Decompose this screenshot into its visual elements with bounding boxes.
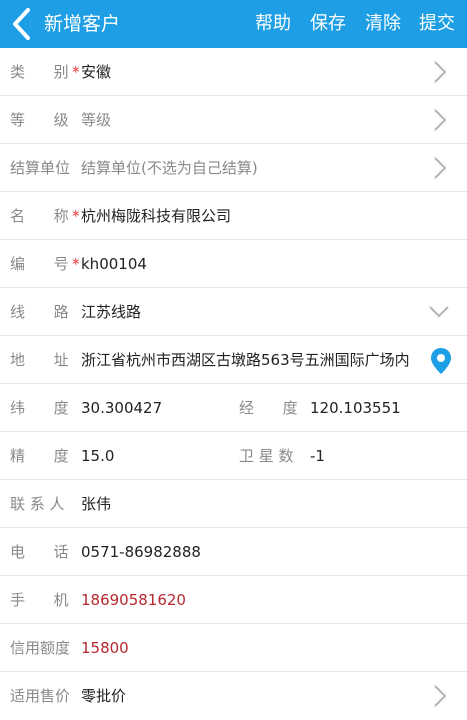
mobile-input[interactable]: 18690581620 [81, 576, 186, 624]
phone-row[interactable]: 电 话 0571-86982888 [0, 528, 467, 576]
chevron-down-icon[interactable] [429, 306, 449, 318]
mobile-label: 手 机 [10, 591, 69, 609]
category-row[interactable]: 类 别 * 安徽 [0, 48, 467, 96]
chevron-right-icon [434, 61, 447, 83]
code-input[interactable]: kh00104 [81, 240, 147, 288]
gps-info-row: 精 度 15.0 卫 星 数 -1 [0, 432, 467, 480]
back-button[interactable] [0, 0, 40, 48]
help-button[interactable]: 帮助 [255, 0, 291, 48]
phone-label: 电 话 [10, 543, 69, 561]
satellites-label: 卫 星 数 [239, 447, 294, 465]
precision-value: 15.0 [81, 447, 115, 465]
level-row[interactable]: 等 级 等级 [0, 96, 467, 144]
code-row[interactable]: 编 号 * kh00104 [0, 240, 467, 288]
clear-button[interactable]: 清除 [365, 0, 401, 48]
name-row[interactable]: 名 称 * 杭州梅陇科技有限公司 [0, 192, 467, 240]
precision-label: 精 度 [10, 447, 69, 465]
save-button[interactable]: 保存 [310, 0, 346, 48]
longitude-label: 经 度 [239, 399, 298, 417]
level-field: 等级 [81, 111, 112, 129]
latitude-label: 纬 度 [10, 399, 69, 417]
settlement-row[interactable]: 结算单位 结算单位(不选为自己结算) [0, 144, 467, 192]
address-row[interactable]: 地 址 浙江省杭州市西湖区古墩路563号五洲国际广场内 [0, 336, 467, 384]
price-row[interactable]: 适用售价 零批价 [0, 672, 467, 720]
chevron-left-icon [13, 8, 30, 40]
code-required-mark: * [72, 255, 80, 273]
route-label: 线 路 [10, 303, 69, 321]
chevron-right-icon [434, 685, 447, 707]
route-select[interactable]: 江苏线路 [81, 288, 141, 336]
category-required-mark: * [72, 63, 80, 81]
name-input[interactable]: 杭州梅陇科技有限公司 [81, 192, 231, 240]
settlement-field: 结算单位(不选为自己结算) [81, 159, 258, 177]
app-header: 新增客户 帮助 保存 清除 提交 [0, 0, 467, 48]
submit-button[interactable]: 提交 [419, 0, 455, 48]
name-required-mark: * [72, 207, 80, 225]
credit-input[interactable]: 15800 [81, 624, 129, 672]
category-label: 类 别 [10, 63, 69, 81]
address-label: 地 址 [10, 351, 69, 369]
longitude-value: 120.103551 [310, 399, 401, 417]
contact-input[interactable]: 张伟 [81, 480, 111, 528]
contact-row[interactable]: 联 系 人 张伟 [0, 480, 467, 528]
level-label: 等 级 [10, 111, 69, 129]
contact-label: 联 系 人 [10, 495, 65, 513]
credit-row[interactable]: 信用额度 15800 [0, 624, 467, 672]
mobile-row[interactable]: 手 机 18690581620 [0, 576, 467, 624]
price-label: 适用售价 [10, 687, 71, 705]
settlement-label: 结算单位 [10, 159, 71, 177]
address-input[interactable]: 浙江省杭州市西湖区古墩路563号五洲国际广场内 [81, 336, 416, 384]
name-label: 名 称 [10, 207, 69, 225]
chevron-right-icon [434, 157, 447, 179]
phone-input[interactable]: 0571-86982888 [81, 528, 201, 576]
latitude-value: 30.300427 [81, 399, 163, 417]
price-value: 零批价 [81, 687, 127, 705]
category-value: 安徽 [81, 63, 112, 81]
credit-label: 信用额度 [10, 639, 71, 657]
route-row[interactable]: 线 路 江苏线路 [0, 288, 467, 336]
location-pin-icon[interactable] [430, 347, 452, 375]
code-label: 编 号 [10, 255, 69, 273]
chevron-right-icon [434, 109, 447, 131]
page-title: 新增客户 [44, 13, 121, 35]
satellites-value: -1 [310, 447, 325, 465]
coordinates-row: 纬 度 30.300427 经 度 120.103551 [0, 384, 467, 432]
